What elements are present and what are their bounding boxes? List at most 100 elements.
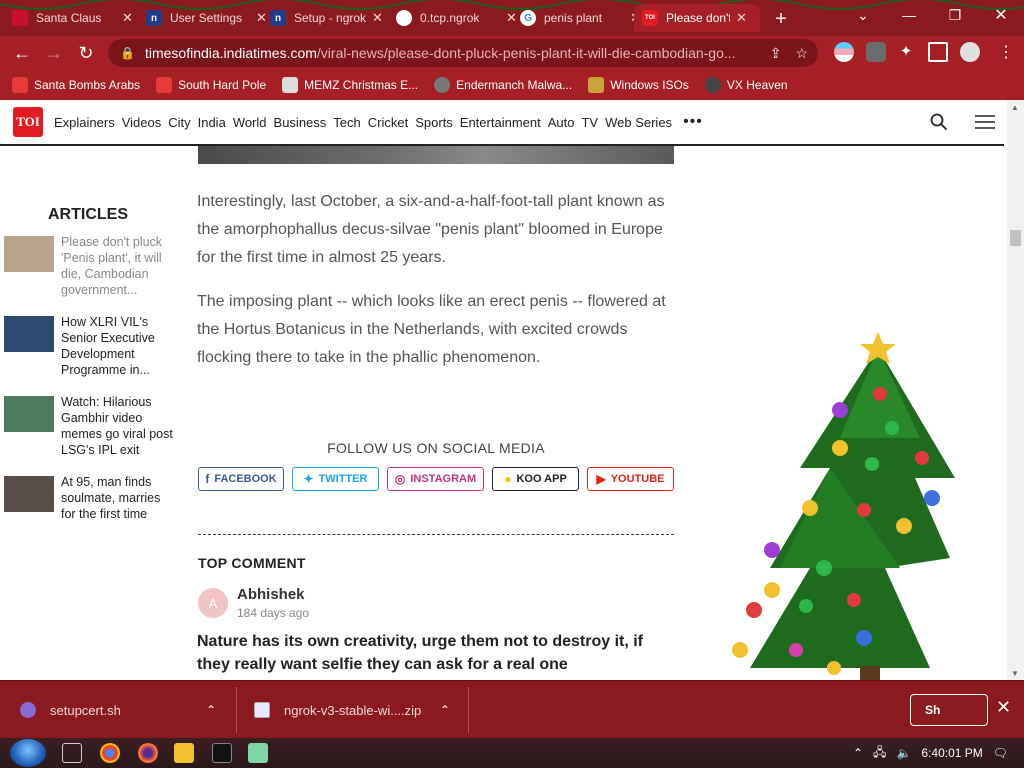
- nav-link[interactable]: Cricket: [368, 115, 408, 130]
- tab-search-icon[interactable]: ⌄: [840, 0, 886, 30]
- search-icon[interactable]: [930, 113, 948, 131]
- firefox-icon[interactable]: [138, 743, 158, 763]
- nav-link[interactable]: City: [168, 115, 190, 130]
- bookmark-endermanch[interactable]: Endermanch Malwa...: [434, 77, 572, 93]
- scroll-up-arrow-icon[interactable]: ▲: [1011, 103, 1019, 112]
- minimize-button[interactable]: —: [886, 0, 932, 30]
- nav-link[interactable]: Sports: [415, 115, 453, 130]
- more-nav-icon[interactable]: •••: [683, 113, 703, 131]
- close-tab-icon[interactable]: ✕: [372, 10, 383, 26]
- bookmark-icon: [156, 77, 173, 93]
- browser-menu-icon[interactable]: ⋮: [996, 42, 1016, 62]
- bookmark-santa-bombs[interactable]: Santa Bombs Arabs: [12, 77, 140, 93]
- nav-link[interactable]: Explainers: [54, 115, 115, 130]
- tray-chevron-up-icon[interactable]: ⌃: [853, 746, 863, 760]
- instagram-icon: ◎: [394, 472, 406, 486]
- toi-logo[interactable]: TOI: [13, 107, 43, 137]
- nav-link[interactable]: Entertainment: [460, 115, 541, 130]
- sidebar-article[interactable]: Watch: Hilarious Gambhir video memes go …: [4, 394, 204, 458]
- address-bar[interactable]: 🔒 timesofindia.indiatimes.com /viral-new…: [108, 39, 818, 67]
- scrollbar-thumb[interactable]: [1010, 230, 1021, 246]
- article-paragraph: The imposing plant -- which looks like a…: [197, 293, 666, 366]
- nav-link[interactable]: India: [198, 115, 226, 130]
- nav-link[interactable]: TV: [581, 115, 598, 130]
- tab-label: penis plant: [544, 11, 603, 25]
- close-tab-icon[interactable]: ✕: [736, 10, 747, 26]
- page-scrollbar[interactable]: ▲ ▼: [1007, 100, 1024, 680]
- notepad-icon[interactable]: [248, 743, 268, 763]
- download-item-setupcert[interactable]: setupcert.sh ⌃: [20, 681, 230, 739]
- bookmark-south-hard-pole[interactable]: South Hard Pole: [156, 77, 266, 93]
- extension-flag-icon[interactable]: [834, 42, 854, 62]
- command-prompt-icon[interactable]: [212, 743, 232, 763]
- bookmarks-bar: Santa Bombs Arabs South Hard Pole MEMZ C…: [0, 70, 1024, 100]
- tab-active-article[interactable]: TOI Please don't ✕: [634, 4, 760, 32]
- bookmark-icon: [12, 77, 28, 93]
- close-tab-icon[interactable]: ✕: [122, 10, 133, 26]
- nav-link[interactable]: Auto: [548, 115, 575, 130]
- youtube-icon: ▶: [596, 472, 606, 486]
- start-button[interactable]: [10, 739, 46, 767]
- sidebar-article[interactable]: Please don't pluck 'Penis plant', it wil…: [4, 234, 204, 298]
- tab-santa-claus[interactable]: Santa Claus ✕: [4, 4, 141, 32]
- new-tab-button[interactable]: +: [758, 4, 804, 34]
- comment-text: Nature has its own creativity, urge them…: [197, 633, 643, 673]
- social-label: KOO APP: [516, 473, 567, 485]
- share-icon[interactable]: ⇪: [770, 45, 782, 62]
- chrome-icon[interactable]: [100, 743, 120, 763]
- downloads-bar: setupcert.sh ⌃ ngrok-v3-stable-wi....zip…: [0, 680, 1024, 738]
- network-icon[interactable]: 🖧: [873, 743, 886, 764]
- nav-link[interactable]: Videos: [122, 115, 162, 130]
- koo-app-button[interactable]: ● KOO APP: [492, 467, 579, 491]
- chevron-up-icon[interactable]: ⌃: [440, 703, 450, 717]
- article-link-text: How XLRI VIL's Senior Executive Developm…: [61, 315, 155, 377]
- article-paragraph: Interestingly, last October, a six-and-a…: [197, 193, 665, 266]
- bookmark-windows-isos[interactable]: Windows ISOs: [588, 77, 689, 93]
- close-downloads-icon[interactable]: ✕: [996, 697, 1011, 718]
- nav-link[interactable]: Business: [274, 115, 327, 130]
- site-navbar: TOI Explainers Videos City India World B…: [0, 100, 1004, 146]
- extension-s-icon[interactable]: [866, 42, 886, 62]
- profile-avatar-icon[interactable]: [960, 42, 980, 62]
- volume-icon[interactable]: 🔈: [896, 746, 911, 760]
- hamburger-menu-icon[interactable]: [975, 115, 995, 129]
- comment-author[interactable]: Abhishek: [237, 586, 305, 603]
- close-window-button[interactable]: ✕: [978, 0, 1024, 30]
- instagram-button[interactable]: ◎ INSTAGRAM: [387, 467, 484, 491]
- tab-setup-ngrok[interactable]: n Setup - ngrok ✕: [262, 4, 391, 32]
- tab-label: Please don't: [666, 11, 730, 25]
- clock[interactable]: 6:40:01 PM: [921, 746, 982, 760]
- bookmark-star-icon[interactable]: ☆: [795, 45, 808, 62]
- sidebar-article[interactable]: At 95, man finds soulmate, marries for t…: [4, 474, 204, 522]
- notifications-icon[interactable]: 🗨: [993, 746, 1008, 760]
- side-panel-icon[interactable]: [928, 42, 948, 62]
- facebook-button[interactable]: f FACEBOOK: [198, 467, 284, 491]
- tab-label: Setup - ngrok: [294, 11, 366, 25]
- forward-arrow-icon[interactable]: →: [42, 41, 66, 65]
- nav-link[interactable]: World: [233, 115, 267, 130]
- tab-label: User Settings: [170, 11, 243, 25]
- task-view-icon[interactable]: [62, 743, 82, 763]
- scroll-down-arrow-icon[interactable]: ▼: [1011, 669, 1019, 678]
- tab-user-settings[interactable]: n User Settings ✕: [138, 4, 275, 32]
- back-arrow-icon[interactable]: ←: [10, 41, 34, 65]
- download-item-ngrok[interactable]: ngrok-v3-stable-wi....zip ⌃: [254, 681, 464, 739]
- tab-google-search[interactable]: G penis plant ✕: [512, 4, 649, 32]
- youtube-button[interactable]: ▶ YOUTUBE: [587, 467, 674, 491]
- file-explorer-icon[interactable]: [174, 743, 194, 763]
- facebook-icon: f: [205, 472, 210, 486]
- restore-button[interactable]: ❐: [932, 0, 978, 30]
- download-filename: ngrok-v3-stable-wi....zip: [284, 702, 422, 718]
- tab-label: Santa Claus: [36, 11, 102, 25]
- chevron-up-icon[interactable]: ⌃: [206, 703, 216, 717]
- nav-link[interactable]: Tech: [333, 115, 360, 130]
- reload-icon[interactable]: ↻: [74, 41, 98, 65]
- bookmark-memz[interactable]: MEMZ Christmas E...: [282, 77, 418, 93]
- sidebar-article[interactable]: How XLRI VIL's Senior Executive Developm…: [4, 314, 204, 378]
- bookmark-vx-heaven[interactable]: VX Heaven: [704, 77, 788, 93]
- nav-link[interactable]: Web Series: [605, 115, 672, 130]
- tab-tcp-ngrok[interactable]: 0.tcp.ngrok ✕: [388, 4, 525, 32]
- show-all-button[interactable]: Sh: [910, 694, 988, 726]
- twitter-button[interactable]: ✦ TWITTER: [292, 467, 379, 491]
- extensions-puzzle-icon[interactable]: ✦: [896, 42, 916, 62]
